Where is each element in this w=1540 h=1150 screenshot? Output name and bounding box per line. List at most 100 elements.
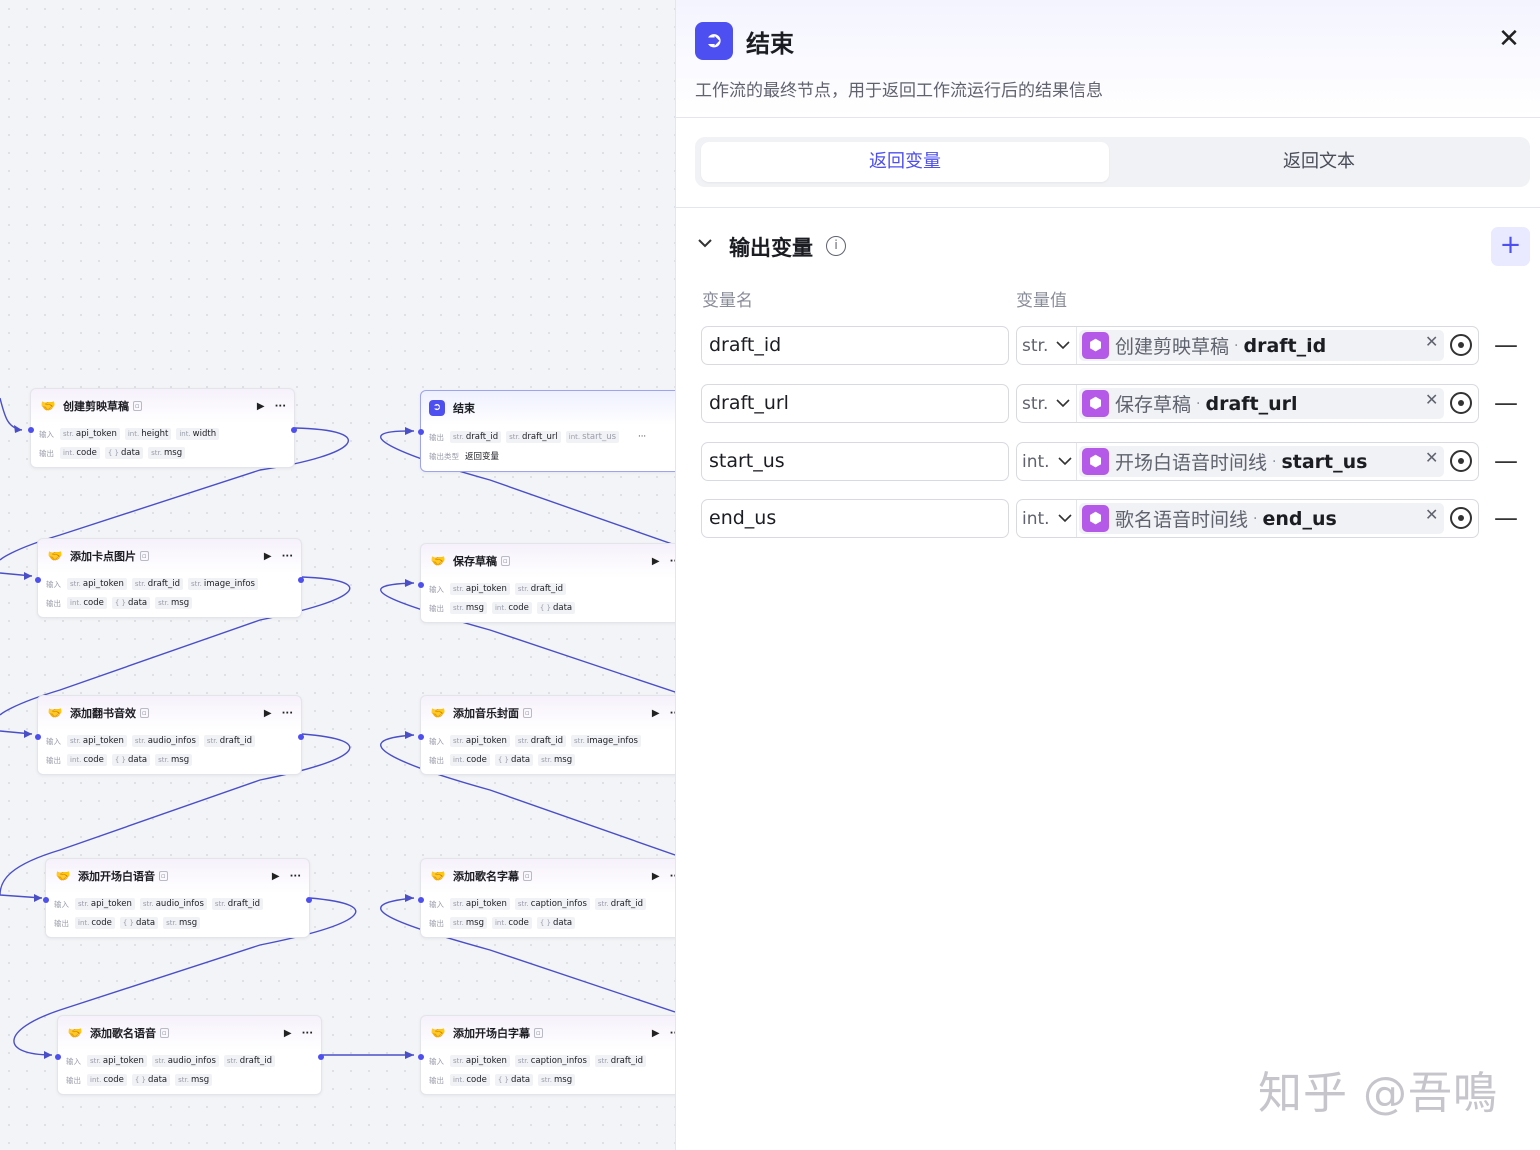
- param-tag: { } data: [111, 597, 151, 609]
- type-select[interactable]: str.: [1017, 327, 1077, 364]
- node-title: 添加卡点图片: [70, 550, 136, 563]
- variable-name-input[interactable]: end_us: [701, 499, 1009, 538]
- watermark: 知乎 @吾鳴: [1258, 1068, 1498, 1119]
- workflow-node[interactable]: 🤝 添加音乐封面 ▫ ▶ ··· 输入str.api_tokenstr.draf…: [418, 695, 675, 775]
- node-inputs: 输入 str. api_token str. draft_id: [429, 583, 571, 595]
- plugin-icon: 🤝: [430, 706, 446, 720]
- input-port[interactable]: [418, 1054, 424, 1060]
- plugin-icon: 🤝: [430, 1026, 446, 1040]
- run-icon[interactable]: ▶: [652, 871, 660, 882]
- add-variable-button[interactable]: +: [1491, 227, 1530, 266]
- node-inputs: 输入 str. api_token str. draft_id str. image_inf…: [46, 578, 263, 590]
- reference-picker-icon[interactable]: [1450, 392, 1472, 414]
- workflow-node[interactable]: 🤝 添加翻书音效 ▫ ▶ ··· 输入 str. api_token str. audi…: [35, 695, 304, 775]
- reference-picker-icon[interactable]: [1450, 507, 1472, 529]
- output-port[interactable]: [306, 897, 312, 903]
- run-icon[interactable]: ▶: [264, 551, 272, 562]
- chevron-down-icon: [1056, 339, 1070, 353]
- variable-name-input[interactable]: start_us: [701, 442, 1009, 481]
- workflow-node[interactable]: 🤝 保存草稿 ▫ ▶ ··· 输入str.api_tokenstr.draft_…: [418, 543, 675, 623]
- clear-icon[interactable]: ✕: [1425, 332, 1438, 351]
- remove-variable-button[interactable]: —: [1494, 330, 1518, 360]
- type-select[interactable]: str.: [1017, 385, 1077, 422]
- output-port[interactable]: [298, 577, 304, 583]
- workflow-node[interactable]: 🤝 创建剪映草稿 ▫ ▶ ··· 输入 str. api_token int. heig…: [28, 388, 297, 468]
- reference-chip[interactable]: ⬢ 开场白语音时间线 · start_us: [1079, 446, 1444, 477]
- input-port[interactable]: [418, 897, 424, 903]
- end-node-outputs: 输出 str. draft_id str. draft_url int. start_…: [429, 431, 647, 443]
- input-port[interactable]: [55, 1054, 61, 1060]
- tab-return-variables[interactable]: 返回变量: [701, 142, 1109, 182]
- param-tag: str. msg: [538, 754, 576, 766]
- input-port[interactable]: [28, 427, 34, 433]
- reference-chip[interactable]: ⬢ 歌名语音时间线 · end_us: [1079, 503, 1444, 534]
- more-icon[interactable]: ···: [282, 708, 293, 719]
- type-select[interactable]: int.: [1017, 443, 1077, 480]
- output-port[interactable]: [298, 734, 304, 740]
- wire-in-1: [0, 397, 23, 431]
- type-select[interactable]: int.: [1017, 500, 1077, 537]
- plugin-badge-icon: ▫: [534, 1028, 543, 1038]
- close-icon[interactable]: ✕: [1494, 24, 1524, 54]
- workflow-node[interactable]: 🤝 添加歌名语音 ▫ ▶ ··· 输入 str. api_token str. audi…: [55, 1015, 324, 1095]
- tab-return-text[interactable]: 返回文本: [1115, 142, 1523, 182]
- reference-chip[interactable]: ⬢ 保存草稿 · draft_url: [1079, 388, 1444, 419]
- more-icon[interactable]: ···: [302, 1028, 313, 1039]
- node-outputs: 输出 int. code{ } data str. msg: [66, 1074, 217, 1086]
- node-header: 🤝 保存草稿 ▫ ▶ ···: [429, 552, 675, 570]
- output-port[interactable]: [291, 427, 297, 433]
- reference-picker-icon[interactable]: [1450, 450, 1472, 472]
- input-port[interactable]: [43, 897, 49, 903]
- end-node[interactable]: ➲ 结束 输出 str. draft_id str. draft_url int. s…: [418, 390, 675, 472]
- workflow-canvas[interactable]: 🤝 创建剪映草稿 ▫ ▶ ··· 输入 str. api_token int. heig…: [0, 0, 675, 1150]
- node-inputs: 输入 str. api_token str. audio_infos str. draft_…: [66, 1055, 280, 1067]
- info-icon[interactable]: i: [826, 236, 846, 256]
- run-icon[interactable]: ▶: [272, 871, 280, 882]
- node-inputs: 输入 str. api_token str. caption_infos str. draf…: [429, 898, 651, 910]
- param-tag: str. api_token: [450, 583, 510, 595]
- reference-chip[interactable]: ⬢ 创建剪映草稿 · draft_id: [1079, 330, 1444, 361]
- input-port[interactable]: [35, 734, 41, 740]
- remove-variable-button[interactable]: —: [1494, 446, 1518, 476]
- clear-icon[interactable]: ✕: [1425, 448, 1438, 467]
- more-icon[interactable]: ···: [290, 871, 301, 882]
- workflow-node[interactable]: 🤝 添加歌名字幕 ▫ ▶ ··· 输入str.api_tokenstr.capt…: [418, 858, 675, 938]
- input-port[interactable]: [418, 734, 424, 740]
- workflow-node[interactable]: 🤝 添加开场白字幕 ▫ ▶ ··· 输入str.api_tokenstr.cap…: [418, 1015, 675, 1095]
- plugin-icon: 🤝: [55, 869, 71, 883]
- run-icon[interactable]: ▶: [652, 556, 660, 567]
- workflow-node[interactable]: 🤝 添加卡点图片 ▫ ▶ ··· 输入 str. api_token str. draf…: [35, 538, 304, 618]
- column-header-value: 变量值: [1016, 291, 1067, 311]
- reference-picker-icon[interactable]: [1450, 334, 1472, 356]
- node-inputs: 输入 str. api_token str. audio_infos str. draft_…: [54, 898, 268, 910]
- input-port[interactable]: [418, 429, 424, 435]
- input-port[interactable]: [35, 577, 41, 583]
- variable-name-input[interactable]: draft_url: [701, 384, 1009, 423]
- param-tag: str. msg: [450, 917, 487, 929]
- param-tag: str. msg: [450, 602, 487, 614]
- remove-variable-button[interactable]: —: [1494, 503, 1518, 533]
- param-tag: int. code: [450, 754, 490, 766]
- run-icon[interactable]: ▶: [284, 1028, 292, 1039]
- run-icon[interactable]: ▶: [257, 401, 265, 412]
- run-icon[interactable]: ▶: [264, 708, 272, 719]
- more-icon[interactable]: ···: [282, 551, 293, 562]
- plugin-icon: 🤝: [430, 554, 446, 568]
- run-icon[interactable]: ▶: [652, 708, 660, 719]
- remove-variable-button[interactable]: —: [1494, 388, 1518, 418]
- plugin-badge-icon: ▫: [501, 556, 510, 566]
- variable-name-input[interactable]: draft_id: [701, 326, 1009, 365]
- output-port[interactable]: [318, 1054, 324, 1060]
- clear-icon[interactable]: ✕: [1425, 505, 1438, 524]
- node-outputs: 输出 int. code{ } data str. msg: [54, 917, 205, 929]
- run-icon[interactable]: ▶: [652, 1028, 660, 1039]
- more-icon[interactable]: ···: [275, 401, 286, 412]
- input-port[interactable]: [418, 582, 424, 588]
- chevron-down-icon[interactable]: [696, 234, 716, 256]
- plugin-badge-icon: ▫: [140, 551, 149, 561]
- clear-icon[interactable]: ✕: [1425, 390, 1438, 409]
- workflow-node[interactable]: 🤝 添加开场白语音 ▫ ▶ ··· 输入 str. api_token str. aud…: [43, 858, 312, 938]
- param-tag: str. api_token: [60, 428, 120, 440]
- more-icon[interactable]: ···: [638, 432, 646, 442]
- plugin-badge-icon: ▫: [159, 871, 168, 881]
